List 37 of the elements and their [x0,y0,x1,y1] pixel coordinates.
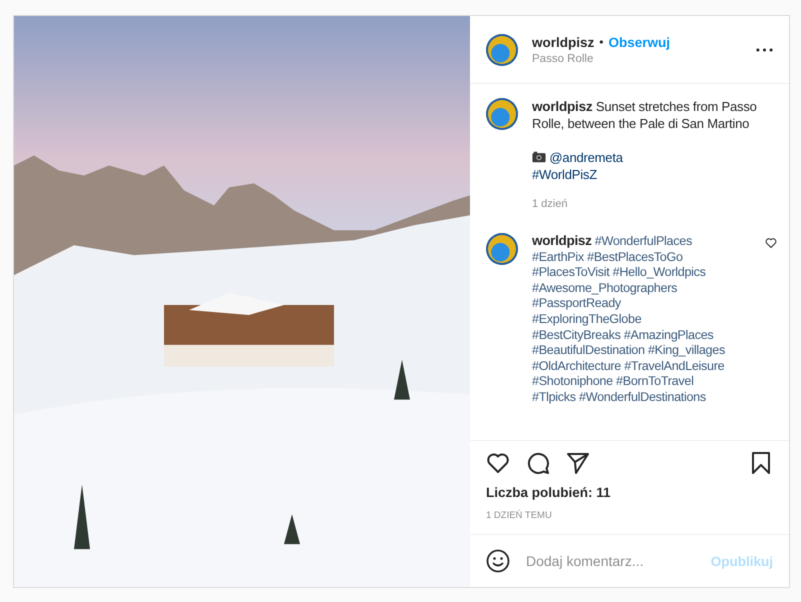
hashtag-link[interactable]: #King_villages [648,343,725,358]
username-link[interactable]: worldpisz [532,34,594,50]
hashtag-link[interactable]: #EarthPix [532,250,584,264]
post-date: 1 DZIEŃ TEMU [485,508,553,523]
likes-count[interactable]: Liczba polubień: 11 [470,481,789,500]
hashtag-link[interactable]: #BestPlacesToGo [587,250,683,264]
paper-plane-icon[interactable] [566,451,590,475]
comment-time: 1 dzień [532,197,568,212]
hashtag-link[interactable]: #BornToTravel [616,374,694,388]
camera-icon [532,151,546,163]
hashtag-link[interactable]: #Tlpicks [532,390,576,404]
hashtag-link[interactable]: #BestCityBreaks [532,328,621,342]
username-link[interactable]: worldpisz [532,233,592,248]
hashtag-link[interactable]: #PassportReady [532,296,621,310]
hashtag-link[interactable]: #Hello_Worldpics [612,265,706,280]
hashtag-link[interactable]: #WonderfulDestinations [579,390,706,404]
hashtag-link[interactable]: #PlacesToVisit [532,265,610,280]
heart-icon[interactable] [765,237,777,249]
heart-icon[interactable] [486,451,510,475]
hashtag-link[interactable]: #ExploringTheGlobe [532,312,642,326]
mention-link[interactable]: @andremeta [549,150,623,165]
more-options-icon[interactable] [756,48,773,52]
speech-bubble-icon[interactable] [526,451,550,475]
hashtag-link[interactable]: #OldArchitecture [532,358,621,373]
hashtag-link[interactable]: #TravelAndLeisure [624,358,724,373]
hashtag-link[interactable]: #WorldPisZ [532,167,597,182]
caption-text: worldpisz Sunset stretches from Passo Rolle, between the Pale di San Martino [532,98,758,132]
hashtag-link[interactable]: #Shotoniphone [532,374,613,388]
hashtag-link[interactable]: #WonderfulPlaces [594,234,692,248]
separator-dot: • [599,35,604,49]
hashtag-link[interactable]: #Awesome_Photographers [532,280,678,295]
username-link[interactable]: worldpisz [532,99,592,114]
smiley-icon[interactable] [486,549,510,573]
hashtag-link[interactable]: #AmazingPlaces [624,328,714,342]
bookmark-icon[interactable] [749,451,773,475]
comment-input[interactable]: Dodaj komentarz... [524,552,697,570]
hashtag-link[interactable]: #BeautifulDestination [532,343,645,358]
